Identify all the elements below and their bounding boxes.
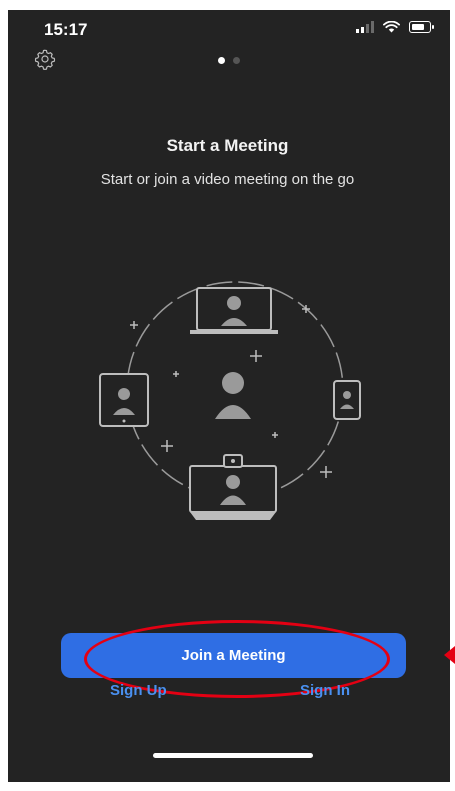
page-indicator	[218, 57, 240, 64]
page-dot-active	[218, 57, 225, 64]
phone-icon	[333, 380, 361, 420]
status-icons	[356, 21, 434, 33]
sign-in-link[interactable]: Sign In	[300, 682, 350, 699]
sign-up-link[interactable]: Sign Up	[110, 682, 167, 699]
battery-icon	[409, 21, 434, 33]
page-dot-inactive	[233, 57, 240, 64]
status-time: 15:17	[44, 20, 88, 39]
onboarding-subtitle: Start or join a video meeting on the go	[100, 171, 355, 188]
gear-icon[interactable]	[34, 48, 56, 70]
join-meeting-button[interactable]: Join a Meeting	[61, 633, 406, 678]
signal-icon	[356, 21, 374, 33]
meeting-illustration	[99, 281, 361, 520]
onboarding-title: Start a Meeting	[166, 136, 289, 155]
tablet-icon	[99, 373, 149, 427]
home-indicator	[153, 753, 313, 758]
person-icon	[215, 372, 251, 419]
monitor-icon	[189, 454, 277, 520]
annotation-arrow-icon	[444, 646, 455, 664]
laptop-icon	[190, 287, 278, 334]
wifi-icon	[383, 21, 400, 33]
